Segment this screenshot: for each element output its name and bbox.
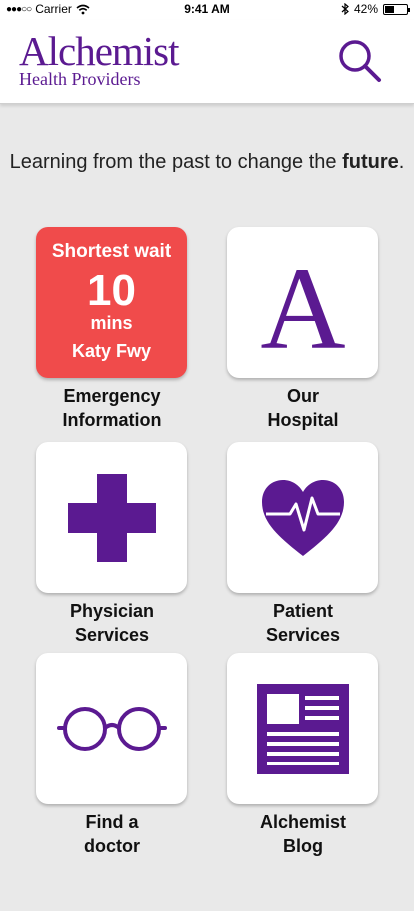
hospital-label[interactable]: Our Hospital (218, 384, 388, 432)
emergency-label-line2: Information (62, 410, 162, 430)
physician-label-line2: Services (74, 625, 150, 645)
find-doctor-label[interactable]: Find a doctor (27, 810, 197, 858)
battery-level (385, 5, 394, 13)
blog-label[interactable]: Alchemist Blog (218, 810, 388, 858)
logo[interactable]: Alchemist Health Providers (19, 28, 180, 89)
emergency-tile[interactable]: Shortest wait 10 mins Katy Fwy (36, 227, 187, 378)
hospital-tile[interactable]: A (227, 227, 378, 378)
hospital-label-line1: Our (286, 386, 319, 406)
physician-tile[interactable] (36, 442, 187, 593)
blog-label-line1: Alchemist (259, 812, 347, 832)
wait-location: Katy Fwy (71, 341, 152, 361)
medical-cross-icon (67, 473, 156, 562)
app-header: Alchemist Health Providers (0, 20, 414, 104)
letter-a-glyph: A (260, 248, 345, 358)
logo-title: Alchemist (19, 28, 180, 74)
tagline-emphasis: future (342, 151, 399, 173)
patient-label-line2: Services (265, 625, 341, 645)
heart-pulse-icon (261, 479, 344, 556)
blog-tile[interactable] (227, 653, 378, 804)
find-doctor-label-line2: doctor (84, 836, 140, 856)
hospital-label-line2: Hospital (267, 410, 339, 430)
blog-label-line2: Blog (283, 836, 323, 856)
wait-title: Shortest wait (51, 241, 172, 262)
letter-a-icon: A (260, 248, 345, 358)
battery-icon (383, 3, 410, 15)
search-button[interactable] (337, 38, 383, 84)
patient-tile[interactable] (227, 442, 378, 593)
patient-label-line1: Patient (272, 601, 333, 621)
wait-number: 10 (87, 266, 136, 315)
physician-label-line1: Physician (69, 601, 155, 621)
status-bar: ●●●○○ Carrier 9:41 AM 42% (0, 0, 414, 20)
wait-unit: mins (90, 313, 133, 333)
find-doctor-label-line1: Find a (85, 812, 139, 832)
patient-label[interactable]: Patient Services (218, 599, 388, 647)
bluetooth-icon (341, 3, 349, 15)
physician-label[interactable]: Physician Services (27, 599, 197, 647)
newspaper-icon (256, 683, 349, 774)
tagline: Learning from the past to change the fut… (0, 150, 414, 175)
glasses-icon (56, 706, 167, 751)
tagline-end: . (398, 151, 405, 173)
status-right: 42% (341, 2, 410, 16)
find-doctor-tile[interactable] (36, 653, 187, 804)
tagline-text: Learning from the past to change the (9, 151, 343, 173)
battery-percent: 42% (353, 2, 378, 16)
search-icon (339, 40, 381, 82)
emergency-label-line1: Emergency (63, 386, 161, 406)
emergency-label[interactable]: Emergency Information (27, 384, 197, 432)
